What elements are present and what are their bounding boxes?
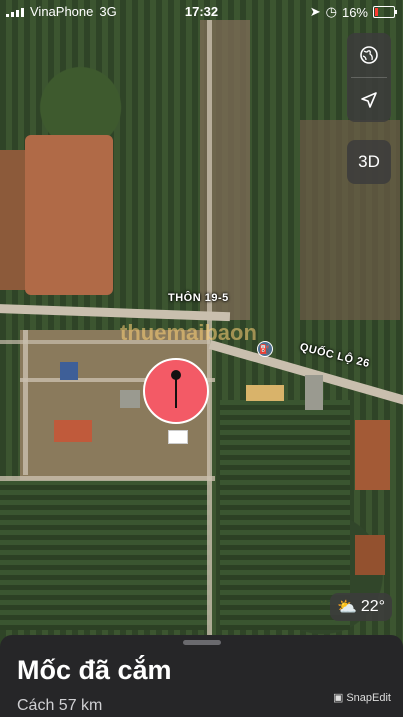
battery-percent: 16% <box>341 4 368 20</box>
orchard-area <box>0 480 210 630</box>
building-roof <box>246 385 284 401</box>
red-soil-strip <box>0 150 25 290</box>
sheet-grabber[interactable] <box>183 640 221 645</box>
location-services-icon: ➤ <box>309 4 321 19</box>
building-roof <box>54 420 92 442</box>
temperature: 22° <box>360 598 386 615</box>
place-distance: Cách 57 km <box>17 697 103 714</box>
status-bar: VinaPhone 3G 17:32 ➤ ◷ 16% <box>0 0 403 22</box>
globe-icon[interactable] <box>347 33 391 77</box>
weather-badge[interactable]: ⛅ 22° <box>330 593 392 621</box>
partly-cloudy-icon: ⛅ <box>336 599 357 616</box>
pin-needle-icon <box>175 378 177 408</box>
local-road <box>0 476 215 481</box>
building-roof <box>305 375 323 410</box>
snapedit-label: SnapEdit <box>346 691 391 704</box>
place-card-sheet[interactable]: Mốc đã cắm Cách 57 km ▣ SnapEdit <box>0 635 403 717</box>
battery-icon <box>373 6 397 18</box>
red-soil-field <box>25 135 113 295</box>
building-roof <box>60 362 78 380</box>
highway-road <box>0 303 231 322</box>
location-arrow-icon[interactable] <box>347 78 391 122</box>
snapedit-icon: ▣ <box>332 692 344 704</box>
village-label: THÔN 19-5 <box>168 292 229 304</box>
gas-station-icon[interactable]: ⛽ <box>257 341 273 357</box>
alarm-icon: ◷ <box>325 4 337 19</box>
status-right: ➤ ◷ 16% <box>309 4 397 20</box>
red-soil-patch <box>355 535 385 575</box>
map-control-group <box>347 33 391 122</box>
snapedit-watermark: ▣ SnapEdit <box>332 691 391 705</box>
place-title: Mốc đã cắm <box>17 655 172 685</box>
dropped-pin[interactable] <box>143 358 209 424</box>
view-3d-button[interactable]: 3D <box>347 140 391 184</box>
view-3d-label: 3D <box>358 152 380 171</box>
red-soil-patch <box>355 420 390 490</box>
building-roof <box>120 390 140 408</box>
local-road <box>23 330 28 475</box>
pin-location-marker <box>168 430 188 444</box>
